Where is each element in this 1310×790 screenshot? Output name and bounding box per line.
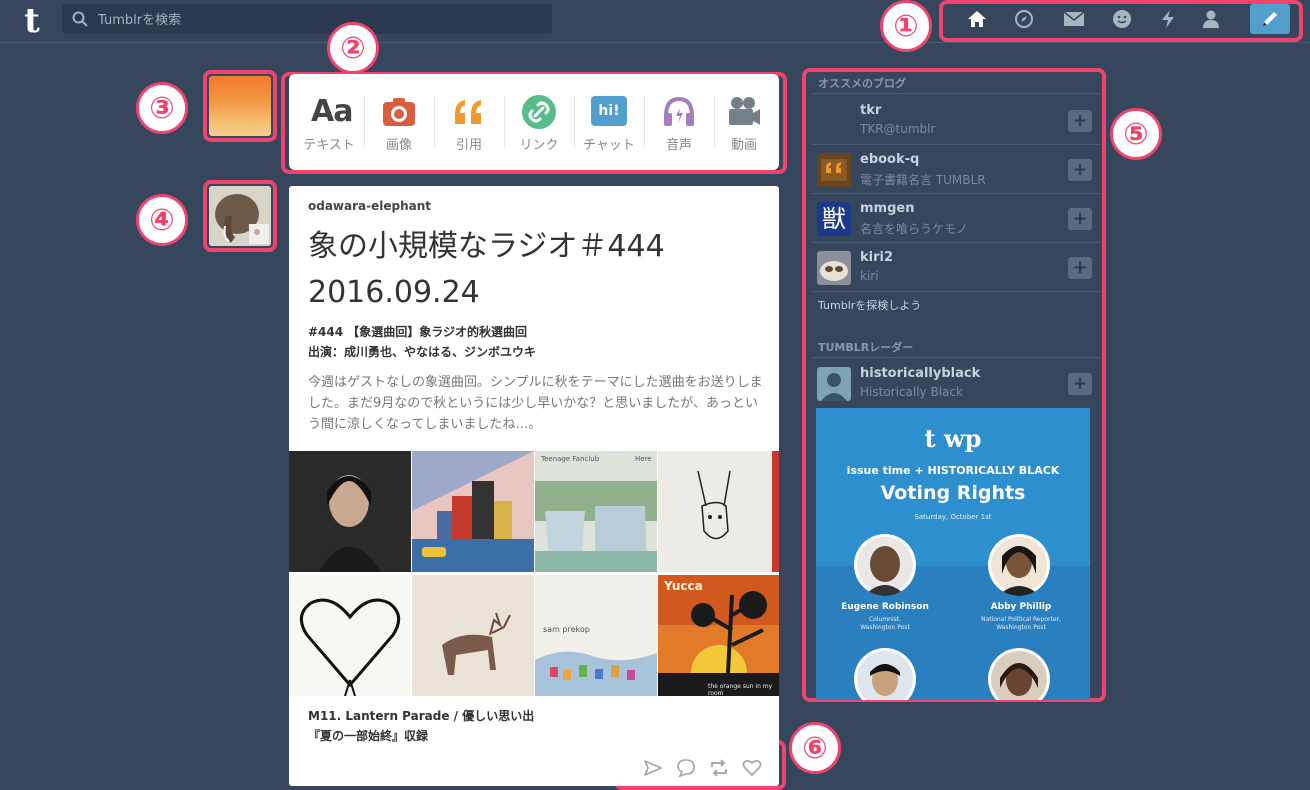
reblog-icon[interactable]	[707, 756, 731, 780]
album-cover-2	[412, 451, 534, 572]
post-text-button[interactable]: Aa テキスト	[294, 74, 364, 170]
album-art-grid[interactable]: Teenage Fanclub Here sam prekop Yucca th…	[289, 451, 779, 697]
post-body-text: 今週はゲストなしの象選曲回。シンプルに秋をテーマにした選曲をお送りしました。まだ…	[308, 375, 763, 432]
post-chat-button[interactable]: hi! チャット	[574, 74, 644, 170]
post-photo-label: 画像	[385, 138, 412, 153]
post-quote-button[interactable]: 引用	[434, 74, 504, 170]
post-meta: #444 【象選曲回】象ラジオ的秋選曲回 出演：成川勇也、やなはる、ジンボユウキ	[308, 325, 537, 359]
post-author-avatar[interactable]	[209, 186, 271, 246]
post-audio-label: 音声	[665, 138, 692, 153]
follow-button[interactable]: +	[1068, 257, 1092, 279]
album-cover-8: Yucca the orange sun in my room	[658, 575, 779, 696]
post-video-label: 動画	[730, 138, 757, 153]
link-icon	[522, 95, 556, 129]
post-caption: M11. Lantern Parade / 優しい思い出 『夏の一部始終』収録	[308, 709, 535, 743]
badge-4: ④	[136, 194, 188, 246]
post-photo-button[interactable]: 画像	[364, 74, 434, 170]
headphones-icon	[664, 96, 694, 126]
badge-5: ⑤	[1110, 108, 1162, 160]
blog-avatar	[817, 153, 851, 187]
user-avatar[interactable]	[209, 76, 271, 136]
post-video-button[interactable]: 動画	[709, 74, 779, 170]
radar-blog[interactable]: historicallyblack Historically Black +	[812, 359, 1100, 407]
search-input[interactable]	[96, 4, 540, 36]
post-quote-label: 引用	[455, 138, 482, 153]
follow-button[interactable]: +	[1068, 373, 1092, 395]
speaker-photo	[988, 534, 1050, 596]
post-link-button[interactable]: リンク	[504, 74, 574, 170]
follow-button[interactable]: +	[1068, 110, 1092, 132]
post-card: odawara-elephant 象の小規模なラジオ＃444 2016.09.2…	[289, 186, 779, 786]
tumblr-logo-icon[interactable]: t	[14, 3, 50, 39]
blog-avatar	[817, 251, 851, 285]
radar-post-image[interactable]: t wp issue time + HISTORICALLY BLACK Vot…	[816, 408, 1090, 700]
search-icon	[72, 11, 88, 27]
highlight-box-1	[939, 0, 1303, 42]
badge-2: ②	[327, 22, 379, 74]
album-cover-5	[289, 575, 411, 696]
chat-icon: hi!	[591, 96, 627, 126]
follow-button[interactable]: +	[1068, 208, 1092, 230]
album-cover-1	[289, 451, 411, 572]
speaker-photo	[854, 534, 916, 596]
search-bar[interactable]	[62, 4, 552, 36]
radar-heading: TUMBLRレーダー	[818, 341, 914, 354]
badge-3: ③	[136, 82, 188, 134]
badge-1: ①	[880, 0, 932, 52]
recommended-heading: オススメのブログ	[818, 77, 906, 90]
badge-6: ⑥	[789, 722, 841, 774]
blog-avatar	[817, 104, 851, 138]
sidebar: オススメのブログ tkr TKR@tumblr + ebook-q 電子書籍名言…	[806, 70, 1104, 700]
blog-avatar	[817, 367, 851, 401]
explore-link[interactable]: Tumblrを探検しよう	[818, 297, 921, 313]
album-cover-6	[412, 575, 534, 696]
recommended-blog[interactable]: kiri2 kiri +	[812, 243, 1100, 291]
album-cover-7: sam prekop	[535, 575, 657, 696]
tumblr-wp-logo: t wp	[924, 424, 982, 453]
blog-avatar: 獣	[817, 202, 851, 236]
post-audio-button[interactable]: 音声	[644, 74, 714, 170]
album-cover-3: Teenage Fanclub Here	[535, 451, 657, 572]
post-chat-label: チャット	[583, 138, 635, 153]
reply-icon[interactable]	[674, 756, 698, 780]
post-title: 象の小規模なラジオ＃444 2016.09.24	[308, 229, 665, 310]
text-icon: Aa	[311, 94, 353, 129]
video-camera-icon	[729, 97, 760, 125]
recommended-blog[interactable]: tkr TKR@tumblr +	[812, 96, 1100, 144]
follow-button[interactable]: +	[1068, 159, 1092, 181]
camera-icon	[383, 98, 415, 126]
post-text-label: テキスト	[303, 138, 355, 153]
album-cover-4	[658, 451, 779, 572]
recommended-blog[interactable]: ebook-q 電子書籍名言 TUMBLR +	[812, 145, 1100, 193]
share-icon[interactable]	[641, 756, 665, 780]
post-type-bar: Aa テキスト 画像 引用 リンク hi! チャット 音声 動画	[289, 74, 779, 170]
quote-icon	[455, 100, 481, 124]
like-heart-icon[interactable]	[740, 756, 764, 780]
post-link-label: リンク	[519, 138, 559, 153]
post-author-name[interactable]: odawara-elephant	[308, 199, 431, 213]
recommended-blog[interactable]: 獣 mmgen 名言を喰らうケモノ +	[812, 194, 1100, 242]
